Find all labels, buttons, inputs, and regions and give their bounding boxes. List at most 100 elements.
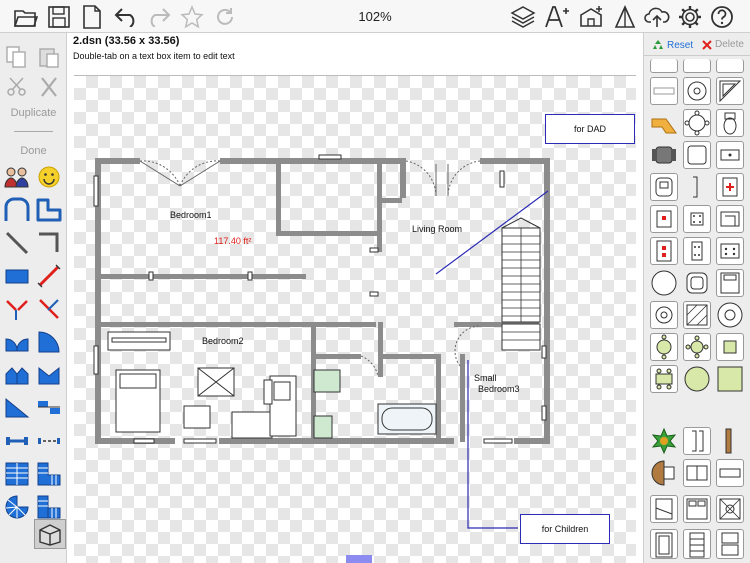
symbol-shelf[interactable] [716,459,744,487]
floor-plan-canvas[interactable]: Bedroom1 117.40 ft² Living Room Bedroom2… [74,75,636,563]
open-folder-icon[interactable] [12,3,40,30]
spiral-stairs-icon[interactable] [3,493,31,521]
symbol-square-table-green[interactable] [716,333,744,361]
symbol-wardrobe[interactable] [716,495,744,523]
symbol-round-green[interactable] [683,365,711,393]
symbol-office-chair[interactable] [650,141,678,169]
symbol-wall-rail[interactable] [683,173,711,201]
dimension-angle-icon[interactable] [3,295,31,323]
library-box-icon[interactable] [34,519,66,549]
copy-icon[interactable] [3,43,31,71]
rectangle-room-icon[interactable] [3,262,31,290]
symbol-dining-table-4[interactable] [683,205,711,233]
winding-stairs-icon[interactable] [35,493,63,521]
symbol-square-green[interactable] [716,365,744,393]
corner-wall-icon[interactable] [35,229,63,257]
symbol-target-table[interactable] [650,301,678,329]
undo-icon[interactable] [112,3,140,30]
reset-button[interactable]: Reset [652,39,693,51]
straight-line-icon[interactable] [3,229,31,257]
add-text-icon[interactable] [543,3,571,30]
paste-icon[interactable] [35,43,63,71]
symbol-chair-pair[interactable] [716,529,744,559]
refresh-icon[interactable] [211,3,239,30]
symbol-table-partial[interactable] [683,59,711,73]
angle-icon[interactable] [611,3,639,30]
layers-icon[interactable] [509,3,537,30]
symbol-round-table[interactable] [683,109,711,137]
symbol-toilet[interactable] [716,109,744,137]
straight-stairs-icon[interactable] [3,460,31,488]
symbol-bed-single[interactable] [716,269,744,297]
delete-x-icon[interactable] [35,73,63,101]
cut-scissors-icon[interactable] [3,73,31,101]
symbol-counter[interactable] [650,77,678,105]
people-icon[interactable] [3,163,31,191]
symbol-post[interactable] [716,427,744,455]
room-label-bedroom2[interactable]: Bedroom2 [202,336,244,346]
double-window-icon[interactable] [35,427,63,455]
symbol-cabinet-red-2[interactable] [650,237,678,265]
help-icon[interactable] [708,3,736,30]
symbol-bath-partial[interactable] [716,59,744,73]
symbol-table-6-green[interactable] [650,365,678,393]
symbol-sink-partial[interactable] [650,59,678,73]
duplicate-button[interactable]: Duplicate [0,107,67,119]
floor-plan-drawing[interactable]: Bedroom1 117.40 ft² Living Room Bedroom2… [74,76,636,563]
smiley-icon[interactable] [35,163,63,191]
symbol-first-aid[interactable] [716,173,744,201]
symbol-door-frame[interactable] [683,427,711,455]
add-item-icon[interactable] [577,3,605,30]
symbol-sofa[interactable] [716,205,744,233]
symbol-cabinet-tall[interactable] [650,529,678,559]
double-door-icon[interactable] [3,328,31,356]
symbol-cabinet-red[interactable] [650,205,678,233]
symbol-armchair[interactable] [683,269,711,297]
dimension-line-icon[interactable] [35,262,63,290]
room-label-living-room[interactable]: Living Room [412,224,462,234]
symbol-half-round-table[interactable] [650,459,678,487]
symbol-bed-pillow[interactable] [650,495,678,523]
dimension-diagonal-icon[interactable] [35,295,63,323]
new-document-icon[interactable] [78,3,106,30]
room-area-bedroom1[interactable]: 117.40 ft² [214,236,251,246]
l-shaped-room-icon[interactable] [35,196,63,224]
bifold-door-icon[interactable] [3,361,31,389]
favorite-star-icon[interactable] [178,3,206,30]
symbol-table-4-green[interactable] [683,333,711,361]
symbol-l-counter[interactable] [650,109,678,137]
horizontal-scrollbar-thumb[interactable] [346,555,372,563]
l-stairs-icon[interactable] [35,460,63,488]
symbol-plant[interactable] [650,427,678,455]
callout-for-dad[interactable]: for DAD [545,114,635,144]
window-icon[interactable] [3,427,31,455]
delete-button[interactable]: Delete [702,39,744,50]
symbol-round-sink[interactable] [683,77,711,105]
redo-icon[interactable] [145,3,173,30]
symbol-square-sink[interactable] [683,141,711,169]
ramp-icon[interactable] [3,394,31,422]
done-button[interactable]: Done [0,145,67,157]
symbol-round-table-2[interactable] [650,269,678,297]
symbol-hatch-area[interactable] [683,301,711,329]
symbol-corner-bath[interactable] [716,77,744,105]
room-label-small-bedroom3-line2[interactable]: Bedroom3 [478,384,520,394]
room-label-bedroom1[interactable]: Bedroom1 [170,210,212,220]
symbol-stove[interactable] [716,237,744,265]
room-label-small-bedroom3-line1[interactable]: Small [474,373,497,383]
settings-gear-icon[interactable] [676,3,704,30]
cloud-upload-icon[interactable] [643,3,671,30]
save-icon[interactable] [45,3,73,30]
symbol-round-table-green[interactable] [650,333,678,361]
symbol-basin[interactable] [716,141,744,169]
symbol-round-rug[interactable] [716,301,744,329]
single-door-icon[interactable] [35,328,63,356]
symbol-dresser[interactable] [683,459,711,487]
symbol-bed-double[interactable] [683,495,711,523]
sliding-window-icon[interactable] [35,394,63,422]
symbol-bathtub[interactable] [650,173,678,201]
symbol-dining-table-6[interactable] [683,237,711,265]
callout-for-children[interactable]: for Children [520,514,610,544]
symbol-bookshelf[interactable] [683,529,711,559]
curved-wall-icon[interactable] [3,196,31,224]
